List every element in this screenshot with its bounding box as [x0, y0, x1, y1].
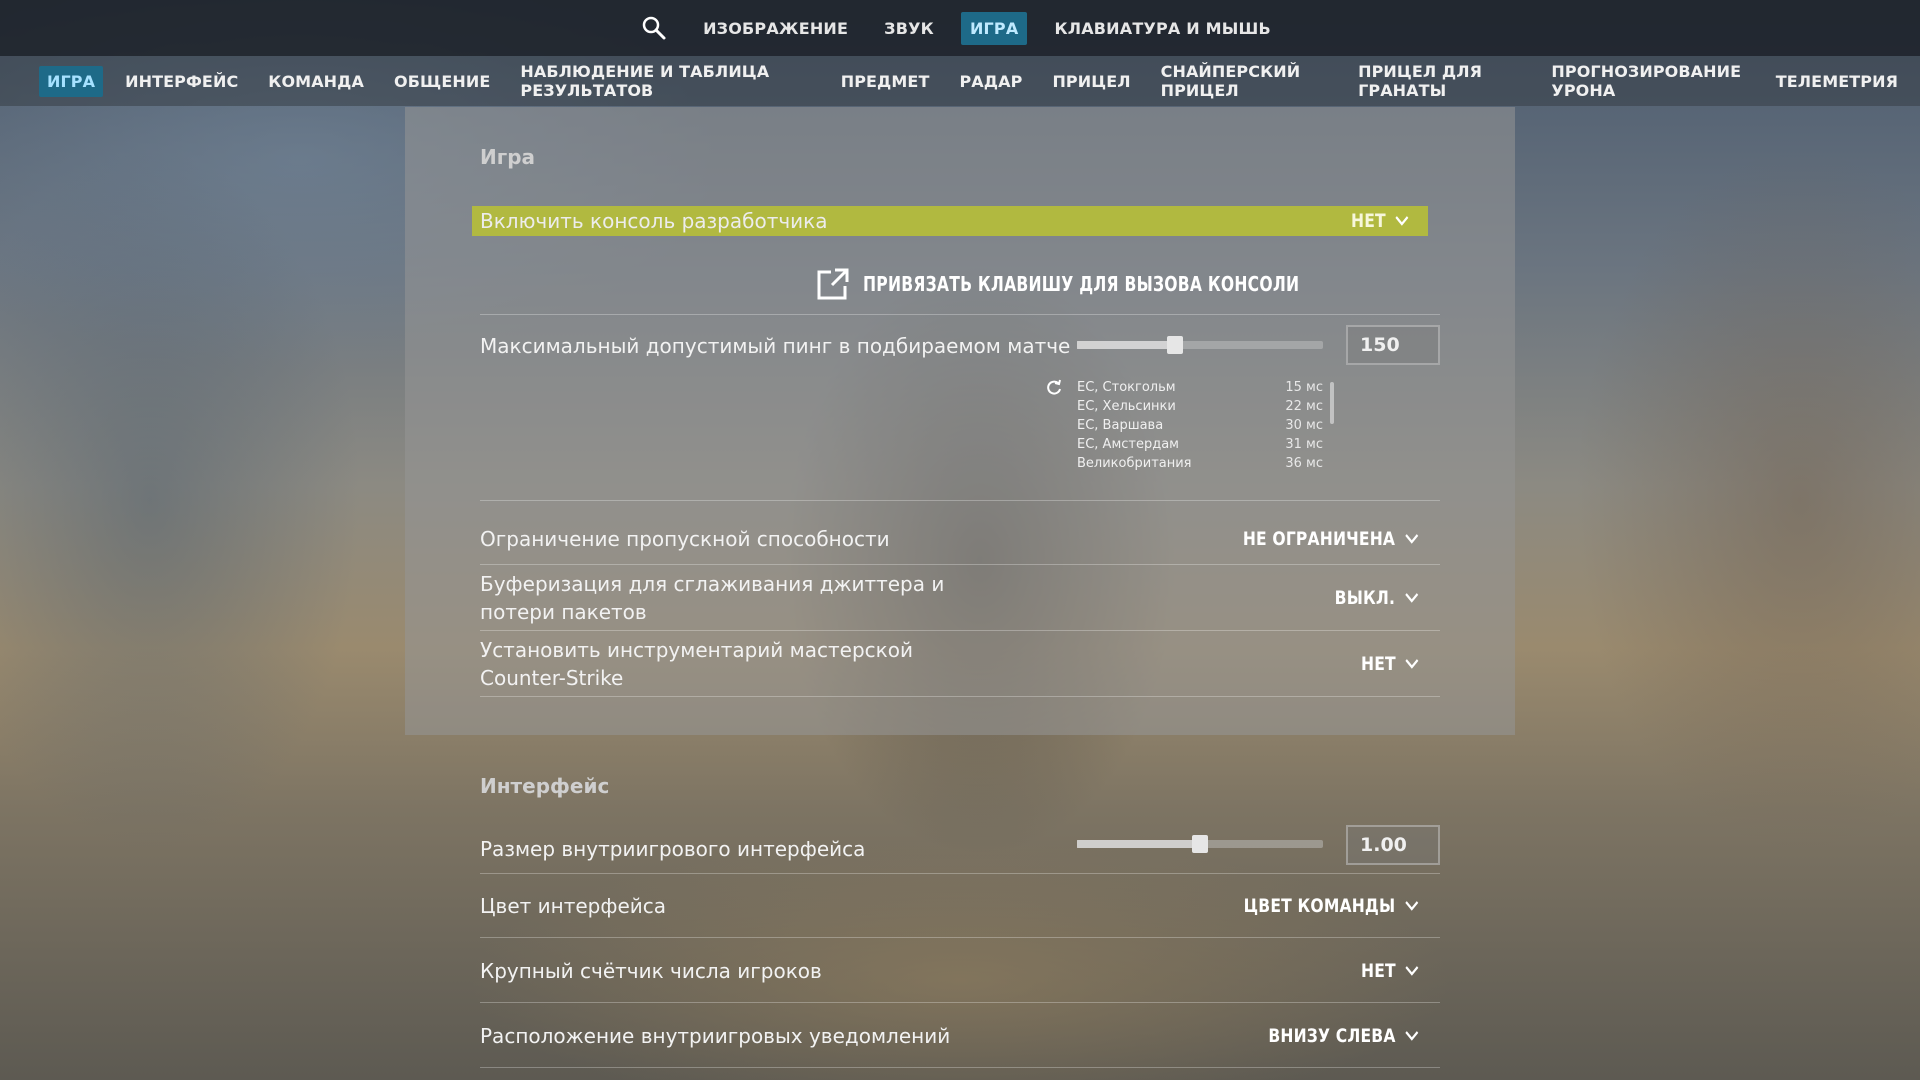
list-item: ЕС, Амстердам 31 мс — [1077, 437, 1323, 452]
subtab-sniper-crosshair[interactable]: СНАЙПЕРСКИЙ ПРИЦЕЛ — [1153, 56, 1336, 106]
search-icon[interactable] — [634, 8, 674, 48]
hud-color-dropdown[interactable]: ЦВЕТ КОМАНДЫ — [1244, 895, 1420, 917]
slider-handle[interactable] — [1192, 835, 1208, 853]
subtab-telemetry[interactable]: ТЕЛЕМЕТРИЯ — [1768, 66, 1906, 97]
subtab-spectating-scoreboard[interactable]: НАБЛЮДЕНИЕ И ТАБЛИЦА РЕЗУЛЬТАТОВ — [512, 56, 818, 106]
chevron-down-icon — [1405, 534, 1419, 544]
subtab-radar[interactable]: РАДАР — [951, 66, 1030, 97]
chevron-down-icon — [1405, 659, 1419, 669]
subtab-team[interactable]: КОМАНДА — [260, 66, 372, 97]
sub-nav: ИГРА ИНТЕРФЕЙС КОМАНДА ОБЩЕНИЕ НАБЛЮДЕНИ… — [0, 56, 1920, 106]
hud-scale-input[interactable]: 1.00 — [1346, 825, 1440, 865]
divider — [480, 500, 1440, 501]
list-item: ЕС, Стокгольм 15 мс — [1077, 380, 1323, 395]
workshop-value: НЕТ — [1360, 653, 1396, 675]
workshop-label: Установить инструментарий мастерской Cou… — [480, 638, 913, 690]
subtab-game[interactable]: ИГРА — [39, 65, 104, 97]
refresh-icon[interactable] — [1045, 379, 1063, 401]
chevron-down-icon — [1405, 593, 1419, 603]
bind-console-key-button[interactable]: ПРИВЯЗАТЬ КЛАВИШУ ДЛЯ ВЫЗОВА КОНСОЛИ — [815, 266, 1422, 302]
dev-console-dropdown[interactable]: НЕТ — [1351, 210, 1410, 232]
player-count-value: НЕТ — [1360, 959, 1396, 982]
tab-image[interactable]: ИЗОБРАЖЕНИЕ — [694, 12, 857, 45]
bandwidth-row[interactable]: Ограничение пропускной способности НЕ ОГ… — [480, 514, 1440, 565]
top-nav: ИЗОБРАЖЕНИЕ ЗВУК ИГРА КЛАВИАТУРА И МЫШЬ — [0, 0, 1920, 56]
jitter-value: ВЫКЛ. — [1334, 587, 1396, 609]
jitter-dropdown[interactable]: ВЫКЛ. — [1335, 587, 1420, 609]
jitter-row[interactable]: Буферизация для сглаживания джиттера и п… — [480, 566, 1440, 631]
dev-console-label: Включить консоль разработчика — [480, 209, 828, 233]
tab-keyboard-mouse[interactable]: КЛАВИАТУРА И МЫШЬ — [1045, 12, 1279, 45]
dev-console-row[interactable]: Включить консоль разработчика НЕТ — [472, 206, 1428, 236]
hud-color-value: ЦВЕТ КОМАНДЫ — [1243, 895, 1396, 917]
notifications-row[interactable]: Расположение внутриигровых уведомлений В… — [480, 1004, 1440, 1068]
workshop-dropdown[interactable]: НЕТ — [1361, 653, 1420, 675]
hud-color-row[interactable]: Цвет интерфейса ЦВЕТ КОМАНДЫ — [480, 875, 1440, 938]
jitter-label: Буферизация для сглаживания джиттера и п… — [480, 572, 945, 624]
hud-scale-row: Размер внутриигрового интерфейса — [480, 824, 1440, 874]
chevron-down-icon — [1405, 1030, 1419, 1041]
player-count-dropdown[interactable]: НЕТ — [1361, 960, 1420, 982]
notifications-dropdown[interactable]: ВНИЗУ СЛЕВА — [1268, 1025, 1420, 1047]
section-title-interface: Интерфейс — [480, 774, 610, 798]
subtab-item[interactable]: ПРЕДМЕТ — [833, 66, 938, 97]
subtab-grenade-crosshair[interactable]: ПРИЦЕЛ ДЛЯ ГРАНАТЫ — [1350, 56, 1529, 106]
tab-sound[interactable]: ЗВУК — [875, 12, 943, 45]
list-item: ЕС, Варшава 30 мс — [1077, 418, 1323, 433]
server-ping-list: ЕС, Стокгольм 15 мс ЕС, Хельсинки 22 мс ЕС… — [1077, 378, 1323, 473]
dev-console-value: НЕТ — [1350, 210, 1386, 232]
chevron-down-icon — [1395, 216, 1409, 226]
subtab-interface[interactable]: ИНТЕРФЕЙС — [117, 66, 246, 97]
workshop-row[interactable]: Установить инструментарий мастерской Cou… — [480, 632, 1440, 697]
subtab-crosshair[interactable]: ПРИЦЕЛ — [1044, 66, 1138, 97]
notifications-label: Расположение внутриигровых уведомлений — [480, 1023, 951, 1048]
divider — [480, 314, 1440, 315]
section-title-game: Игра — [480, 145, 535, 169]
hud-color-label: Цвет интерфейса — [480, 894, 667, 918]
player-count-row[interactable]: Крупный счётчик числа игроков НЕТ — [480, 939, 1440, 1003]
bind-console-label: ПРИВЯЗАТЬ КЛАВИШУ ДЛЯ ВЫЗОВА КОНСОЛИ — [862, 272, 1299, 296]
subtab-damage-prediction[interactable]: ПРОГНОЗИРОВАНИЕ УРОНА — [1543, 56, 1753, 106]
max-ping-slider[interactable] — [1077, 336, 1323, 354]
hud-scale-slider[interactable] — [1077, 835, 1323, 853]
hud-scale-label: Размер внутриигрового интерфейса — [480, 836, 866, 861]
player-count-label: Крупный счётчик числа игроков — [480, 958, 822, 983]
chevron-down-icon — [1405, 901, 1419, 911]
subtab-communication[interactable]: ОБЩЕНИЕ — [386, 66, 498, 97]
bandwidth-label: Ограничение пропускной способности — [480, 527, 890, 551]
slider-handle[interactable] — [1167, 336, 1184, 354]
list-item: ЕС, Хельсинки 22 мс — [1077, 399, 1323, 414]
list-item: Великобритания 36 мс — [1077, 456, 1323, 471]
server-list-scrollbar[interactable] — [1330, 382, 1334, 424]
notifications-value: ВНИЗУ СЛЕВА — [1268, 1024, 1396, 1047]
tab-game[interactable]: ИГРА — [960, 11, 1028, 45]
chevron-down-icon — [1405, 965, 1419, 976]
bandwidth-value: НЕ ОГРАНИЧЕНА — [1243, 528, 1396, 550]
external-link-icon — [817, 268, 849, 300]
bandwidth-dropdown[interactable]: НЕ ОГРАНИЧЕНА — [1243, 528, 1420, 550]
max-ping-input[interactable]: 150 — [1346, 325, 1440, 365]
